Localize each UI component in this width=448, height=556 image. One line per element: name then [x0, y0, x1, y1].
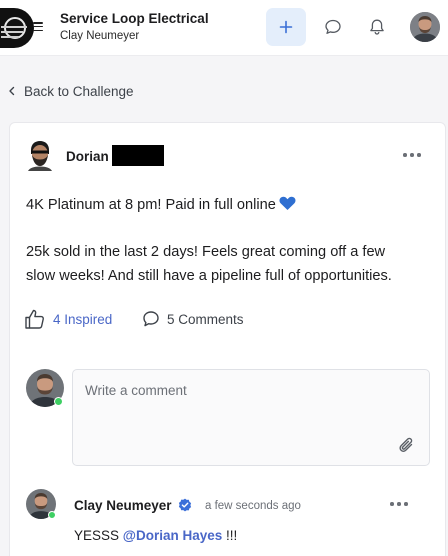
- inspired-count: 4 Inspired: [53, 311, 113, 327]
- author-name[interactable]: Dorian: [66, 149, 109, 164]
- online-status-dot: [48, 511, 56, 519]
- comments-count: 5 Comments: [167, 311, 244, 327]
- top-bar: Service Loop Electrical Clay Neumeyer: [0, 0, 448, 56]
- paperclip-icon[interactable]: [397, 436, 417, 456]
- user-avatar[interactable]: [410, 12, 440, 42]
- back-to-challenge-link[interactable]: Back to Challenge: [8, 82, 134, 100]
- thumbs-up-icon: [25, 309, 44, 329]
- comment-input[interactable]: Write a comment: [72, 369, 430, 466]
- organization-name[interactable]: Service Loop Electrical: [60, 11, 209, 26]
- commenter-avatar[interactable]: [26, 489, 56, 519]
- post-text-line-3: slow weeks! And still have a pipeline fu…: [26, 268, 392, 284]
- chat-bubble-icon[interactable]: [323, 17, 343, 37]
- post-card: Dorian 4K Platinum at 8 pm! Paid in full…: [9, 122, 446, 556]
- comment-placeholder: Write a comment: [85, 383, 187, 398]
- comment-bubble-icon: [143, 311, 159, 327]
- blue-heart-icon: [279, 196, 296, 210]
- verified-badge-icon: [178, 498, 192, 512]
- redacted-last-name: [112, 145, 164, 166]
- online-status-dot: [54, 397, 63, 406]
- comment-timestamp: a few seconds ago: [205, 500, 301, 512]
- post-text-line-1: 4K Platinum at 8 pm! Paid in full online: [26, 196, 296, 213]
- comment-more-options-icon[interactable]: [390, 502, 408, 508]
- commenter-name[interactable]: Clay Neumeyer: [74, 498, 172, 513]
- current-user-comment-avatar: [26, 369, 64, 407]
- company-logo[interactable]: [0, 8, 34, 48]
- post-more-options-icon[interactable]: [403, 153, 421, 159]
- back-link-label: Back to Challenge: [24, 83, 134, 99]
- user-mention-link[interactable]: @Dorian Hayes: [123, 528, 222, 543]
- hamburger-menu-icon[interactable]: [33, 22, 43, 32]
- bell-icon[interactable]: [367, 17, 387, 37]
- comment-text: YESSS @Dorian Hayes !!!: [74, 528, 238, 543]
- current-user-name: Clay Neumeyer: [60, 30, 140, 42]
- inspired-button[interactable]: 4 Inspired: [24, 309, 112, 329]
- create-button[interactable]: [266, 8, 306, 46]
- comments-button[interactable]: 5 Comments: [142, 309, 244, 329]
- post-text-line-2: 25k sold in the last 2 days! Feels great…: [26, 244, 386, 260]
- plus-icon: [279, 20, 293, 34]
- chevron-left-icon: [9, 86, 15, 96]
- author-avatar[interactable]: [27, 139, 53, 171]
